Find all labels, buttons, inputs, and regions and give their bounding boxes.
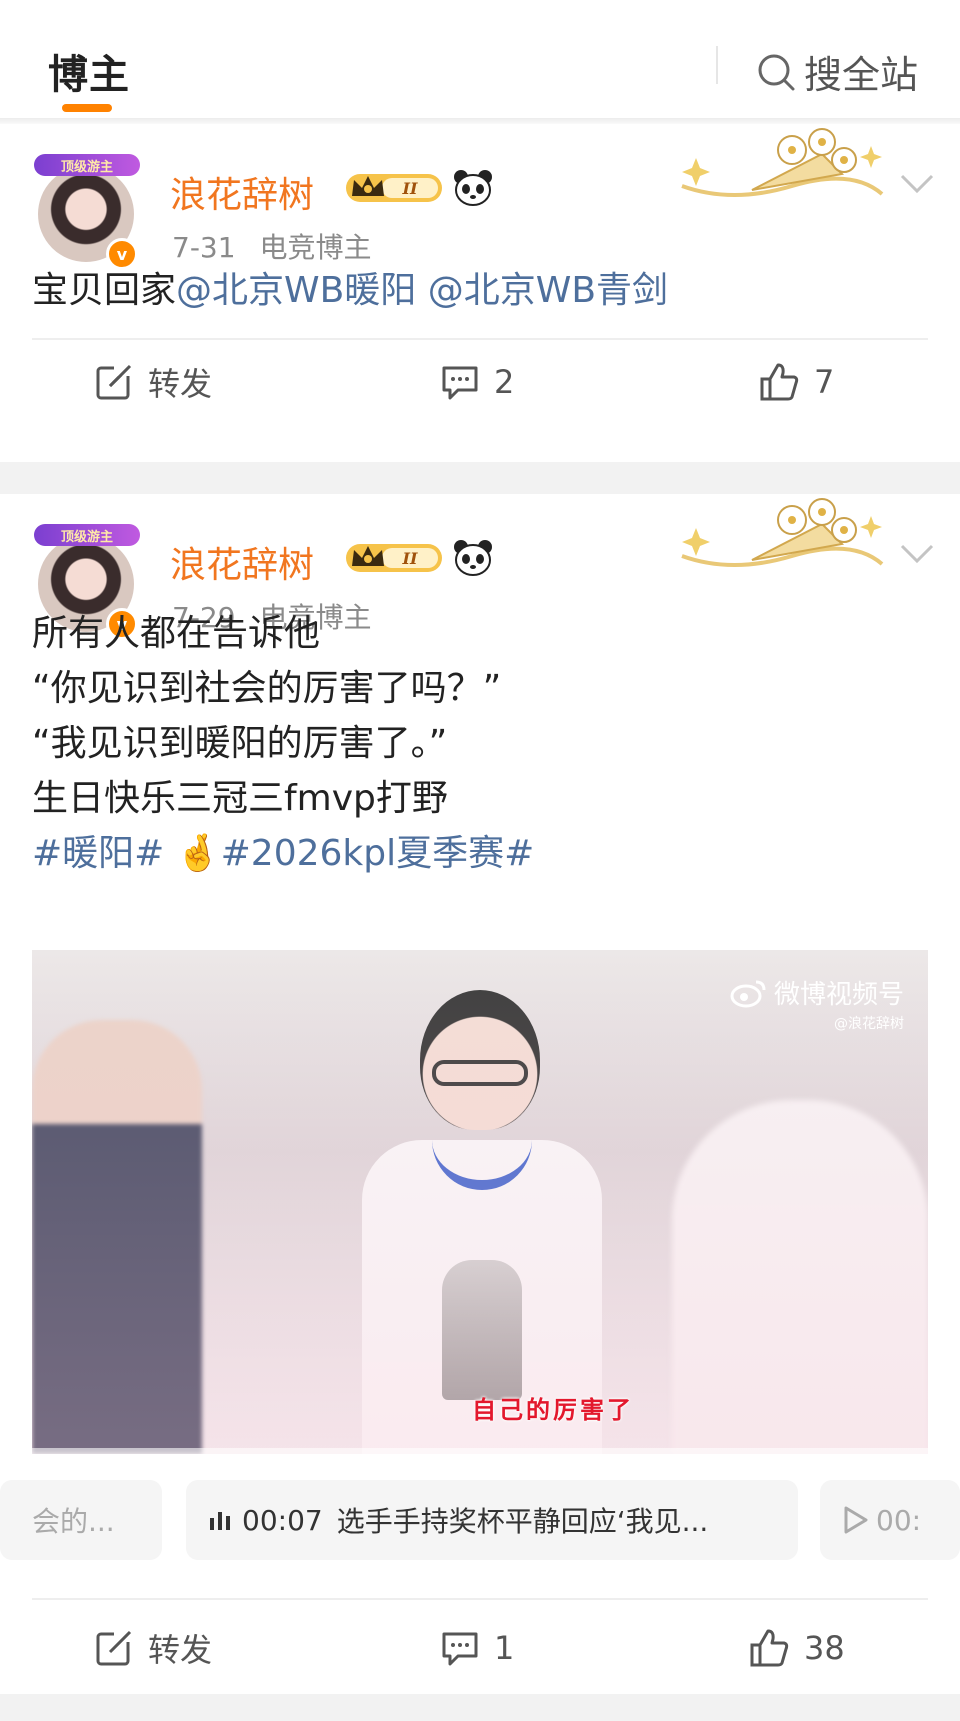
weibo-logo-icon bbox=[730, 980, 766, 1007]
repost-label: 转发 bbox=[148, 1631, 213, 1669]
tab-active-indicator bbox=[62, 104, 112, 112]
post-card[interactable]: 顶级游主 v 浪花辞树 II 7-29 电竞博主 所有人都在告诉他 “你见识到社会… bbox=[0, 494, 960, 1694]
author-tag: 电竞博主 bbox=[259, 231, 372, 264]
avatar-frame-badge: 顶级游主 bbox=[34, 154, 140, 176]
repost-button[interactable]: 转发 bbox=[94, 1608, 212, 1688]
like-count: 7 bbox=[814, 363, 835, 401]
chapter-item-active[interactable]: 00:07 选手手持奖杯平静回应‘我见... bbox=[186, 1480, 798, 1560]
content-divider bbox=[32, 1598, 928, 1600]
chapter-time: 00:07 bbox=[242, 1503, 323, 1537]
search-icon bbox=[758, 54, 795, 90]
thumbs-up-icon bbox=[750, 1629, 789, 1667]
repost-label: 转发 bbox=[148, 365, 213, 403]
action-bar: 转发 2 7 bbox=[0, 342, 960, 422]
hashtag-link[interactable]: #2026kpl夏季赛# bbox=[221, 833, 535, 874]
like-count: 38 bbox=[804, 1629, 845, 1667]
search-label: 搜全站 bbox=[804, 53, 919, 97]
flower-bouquet-decoration-icon bbox=[681, 498, 884, 567]
play-icon bbox=[844, 1506, 868, 1534]
rank-level-text: II bbox=[402, 549, 418, 568]
action-bar: 转发 1 38 bbox=[0, 1608, 960, 1688]
post-separator bbox=[0, 462, 960, 494]
top-bar: 博主 搜全站 bbox=[0, 0, 960, 118]
author-name[interactable]: 浪花辞树 bbox=[170, 166, 314, 218]
hashtag-link[interactable]: #暖阳# bbox=[32, 833, 164, 874]
video-subtitle: 自己的厉害了 bbox=[472, 1396, 634, 1424]
comment-icon bbox=[442, 366, 478, 400]
like-button[interactable]: 7 bbox=[758, 342, 834, 422]
repost-button[interactable]: 转发 bbox=[94, 342, 212, 422]
like-button[interactable]: 38 bbox=[748, 1608, 845, 1688]
chevron-down-icon[interactable] bbox=[898, 534, 936, 572]
header-divider bbox=[716, 46, 718, 84]
comment-button[interactable]: 1 bbox=[440, 1608, 514, 1688]
comment-button[interactable]: 2 bbox=[440, 342, 514, 422]
chapter-item[interactable]: 会的... bbox=[0, 1480, 162, 1560]
content-divider bbox=[32, 338, 928, 340]
post-content: 宝贝回家@北京WB暖阳 @北京WB青剑 bbox=[32, 264, 668, 318]
crown-rank-icon: II bbox=[346, 544, 442, 572]
panda-icon bbox=[454, 540, 492, 576]
rank-level-text: II bbox=[402, 179, 418, 198]
post-content: 所有人都在告诉他 “你见识到社会的厉害了吗？” “我见识到暖阳的厉害了。” 生日… bbox=[32, 606, 534, 881]
crown-rank-icon: II bbox=[346, 174, 442, 202]
post-text-line: 所有人都在告诉他 bbox=[32, 613, 321, 654]
video-player[interactable]: 微博视频号 @浪花辞树 自己的厉害了 bbox=[32, 950, 928, 1454]
post-separator bbox=[0, 1694, 960, 1721]
search-all-button[interactable]: 搜全站 bbox=[756, 44, 918, 99]
comment-count: 2 bbox=[494, 363, 515, 401]
post-date: 7-31 bbox=[172, 231, 236, 264]
comment-count: 1 bbox=[494, 1629, 515, 1667]
post-text-line: 生日快乐三冠三fmvp打野 bbox=[32, 778, 448, 819]
repost-icon bbox=[96, 1630, 132, 1666]
watermark-brand: 微博视频号 bbox=[773, 980, 904, 1010]
panda-icon bbox=[454, 170, 492, 206]
chevron-down-icon[interactable] bbox=[898, 164, 936, 202]
crossed-fingers-emoji: 🤞 bbox=[175, 833, 221, 874]
post-text-line: “我见识到暖阳的厉害了。” bbox=[32, 723, 448, 764]
audio-bars-icon bbox=[210, 1512, 230, 1530]
post-card[interactable]: 顶级游主 v 浪花辞树 II 7-31 电竞博主 宝贝回家@北京WB暖阳 @北京W… bbox=[0, 124, 960, 462]
watermark-handle: @浪花辞树 bbox=[834, 1016, 904, 1032]
chapter-item[interactable]: 00: bbox=[820, 1480, 960, 1560]
flower-bouquet-decoration-icon bbox=[681, 128, 884, 197]
post-meta: 7-31 电竞博主 bbox=[172, 226, 372, 266]
video-chapters: 会的... 00:07 选手手持奖杯平静回应‘我见... 00: bbox=[0, 1480, 960, 1560]
mention-link[interactable]: @北京WB青剑 bbox=[428, 270, 668, 311]
avatar[interactable]: 顶级游主 v bbox=[32, 154, 142, 274]
video-progress-track[interactable] bbox=[32, 1448, 928, 1454]
hashtag-line: #暖阳# 🤞#2026kpl夏季赛# bbox=[32, 826, 534, 881]
comment-icon bbox=[442, 1632, 478, 1666]
author-name[interactable]: 浪花辞树 bbox=[170, 536, 314, 588]
video-watermark: 微博视频号 @浪花辞树 bbox=[730, 974, 904, 1033]
avatar-frame-badge: 顶级游主 bbox=[34, 524, 140, 546]
repost-icon bbox=[96, 364, 132, 400]
chapter-time: 00: bbox=[876, 1503, 922, 1537]
chapter-text: 会的... bbox=[32, 1505, 115, 1538]
chapter-text: 选手手持奖杯平静回应‘我见... bbox=[336, 1505, 709, 1538]
post-text: 宝贝回家 bbox=[32, 270, 177, 311]
thumbs-up-icon bbox=[760, 363, 799, 401]
mention-link[interactable]: @北京WB暖阳 bbox=[176, 270, 416, 311]
post-text-line: “你见识到社会的厉害了吗？” bbox=[32, 668, 502, 709]
tab-blogger[interactable]: 博主 bbox=[48, 42, 130, 100]
